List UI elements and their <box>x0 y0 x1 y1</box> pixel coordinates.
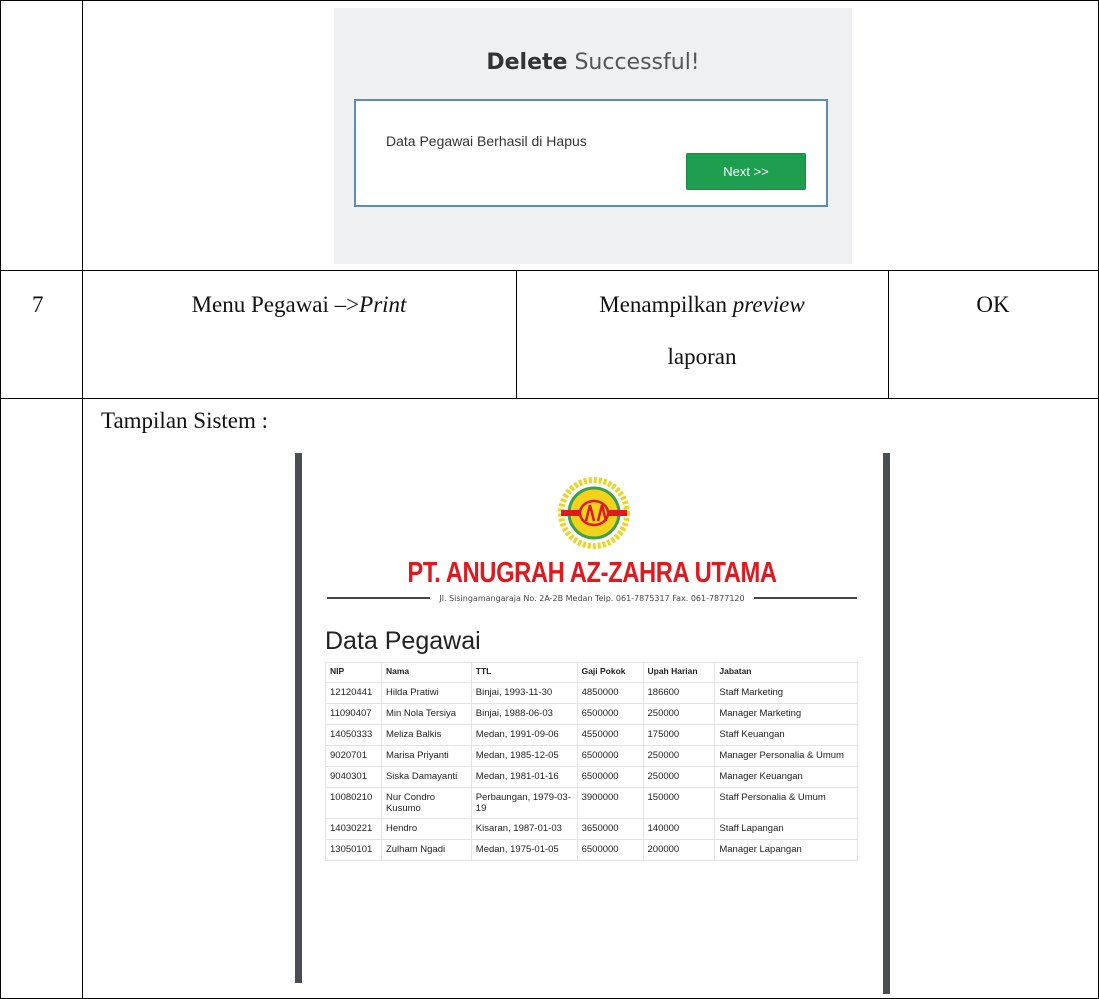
table-cell: 6500000 <box>576 703 644 725</box>
table-cell: Hilda Pratiwi <box>380 682 472 704</box>
grid-line <box>0 0 1 999</box>
table-cell: 4850000 <box>576 682 644 704</box>
table-cell: Medan, 1991-09-06 <box>470 724 578 746</box>
table-cell: 9020701 <box>325 745 382 767</box>
table-cell: Siska Damayanti <box>380 766 472 788</box>
table-cell: 150000 <box>642 787 716 819</box>
table-cell: Medan, 1975-01-05 <box>470 839 578 861</box>
table-cell: 3900000 <box>576 787 644 819</box>
table-cell: Binjai, 1993-11-30 <box>470 682 578 704</box>
grid-line <box>0 0 1099 1</box>
table-row: 11090407 Min Nola Tersiya Binjai, 1988-06-… <box>325 703 858 725</box>
table-cell: 6500000 <box>576 839 644 861</box>
table-cell: Marisa Priyanti <box>380 745 472 767</box>
table-cell: Staff Marketing <box>714 682 858 704</box>
table-cell: Staff Lapangan <box>714 818 858 840</box>
table-cell: 140000 <box>642 818 716 840</box>
table-cell: 13050101 <box>325 839 382 861</box>
company-logo-emblem <box>558 477 630 549</box>
col-header: Jabatan <box>714 662 858 683</box>
delete-popup-screenshot: Delete Successful! Data Pegawai Berhasil… <box>334 8 852 264</box>
table-cell: Staff Keuangan <box>714 724 858 746</box>
report-preview: PT. ANUGRAH AZ-ZAHRA UTAMA Jl. Sisingama… <box>303 463 881 983</box>
next-button[interactable]: Next >> <box>686 153 806 190</box>
table-cell: 3650000 <box>576 818 644 840</box>
preview-frame-right <box>883 453 890 994</box>
table-cell: 14030221 <box>325 818 382 840</box>
col-header: Nama <box>380 662 472 683</box>
popup-message-box: Data Pegawai Berhasil di Hapus Next >> <box>354 99 828 207</box>
table-cell: 250000 <box>642 703 716 725</box>
col-header: NIP <box>325 662 382 683</box>
table-cell: 14050333 <box>325 724 382 746</box>
row-number: 7 <box>32 292 44 317</box>
preview-frame-left <box>295 453 302 983</box>
table-row: 12120441 Hilda Pratiwi Binjai, 1993-11-30 4… <box>325 682 858 704</box>
table-header-row: NIP Nama TTL Gaji Pokok Upah Harian Jaba… <box>325 662 858 683</box>
test-scenario: Menu Pegawai –>Print <box>191 292 407 317</box>
table-cell: Perbaungan, 1979-03-19 <box>470 787 578 819</box>
grid-line <box>0 270 1099 271</box>
table-row: 9020701 Marisa Priyanti Medan, 1985-12-05 6… <box>325 745 858 767</box>
table-cell: 200000 <box>642 839 716 861</box>
table-cell: Manager Lapangan <box>714 839 858 861</box>
table-row: 14050333 Meliza Balkis Medan, 1991-09-06 45… <box>325 724 858 746</box>
table-cell: Kisaran, 1987-01-03 <box>470 818 578 840</box>
system-view-label: Tampilan Sistem : <box>101 408 269 433</box>
company-address: Jl. Sisingamangaraja No. 2A-2B Medan Tel… <box>439 593 745 603</box>
test-result: OK <box>976 292 1010 317</box>
table-cell: 250000 <box>642 766 716 788</box>
table-cell: Manager Personalia & Umum <box>714 745 858 767</box>
grid-line <box>0 398 1099 399</box>
table-cell: 186600 <box>642 682 716 704</box>
expected-result-line2: laporan <box>667 344 737 369</box>
table-cell: 6500000 <box>576 766 644 788</box>
table-row: 14030221 Hendro Kisaran, 1987-01-03 3650000… <box>325 818 858 840</box>
table-cell: Nur Condro Kusumo <box>380 787 472 819</box>
company-name: PT. ANUGRAH AZ-ZAHRA UTAMA <box>407 557 777 589</box>
divider-right <box>753 597 858 599</box>
table-cell: Staff Personalia & Umum <box>714 787 858 819</box>
grid-line <box>82 0 83 999</box>
popup-title: Delete Successful! <box>486 50 700 75</box>
table-cell: 9040301 <box>325 766 382 788</box>
col-header: Gaji Pokok <box>576 662 644 683</box>
table-cell: 10080210 <box>325 787 382 819</box>
table-cell: 12120441 <box>325 682 382 704</box>
table-cell: Hendro <box>380 818 472 840</box>
table-cell: 6500000 <box>576 745 644 767</box>
col-header: Upah Harian <box>642 662 716 683</box>
table-cell: 175000 <box>642 724 716 746</box>
table-cell: Zulham Ngadi <box>380 839 472 861</box>
address-row: Jl. Sisingamangaraja No. 2A-2B Medan Tel… <box>327 591 858 605</box>
employee-table: NIP Nama TTL Gaji Pokok Upah Harian Jaba… <box>325 662 858 861</box>
table-cell: Manager Keuangan <box>714 766 858 788</box>
table-cell: 4550000 <box>576 724 644 746</box>
popup-message: Data Pegawai Berhasil di Hapus <box>386 133 587 149</box>
table-cell: Medan, 1985-12-05 <box>470 745 578 767</box>
table-cell: Manager Marketing <box>714 703 858 725</box>
table-row: 9040301 Siska Damayanti Medan, 1981-01-16 6… <box>325 766 858 788</box>
grid-line <box>888 270 889 398</box>
table-cell: 250000 <box>642 745 716 767</box>
table-cell: Min Nola Tersiya <box>380 703 472 725</box>
table-cell: 11090407 <box>325 703 382 725</box>
table-row: 10080210 Nur Condro Kusumo Perbaungan, 197… <box>325 787 858 819</box>
table-cell: Medan, 1981-01-16 <box>470 766 578 788</box>
table-cell: Meliza Balkis <box>380 724 472 746</box>
col-header: TTL <box>470 662 578 683</box>
table-row: 13050101 Zulham Ngadi Medan, 1975-01-05 650… <box>325 839 858 861</box>
report-title: Data Pegawai <box>325 627 481 655</box>
grid-line <box>516 270 517 398</box>
expected-result: Menampilkan preview <box>599 292 805 317</box>
divider-left <box>327 597 431 599</box>
table-cell: Binjai, 1988-06-03 <box>470 703 578 725</box>
